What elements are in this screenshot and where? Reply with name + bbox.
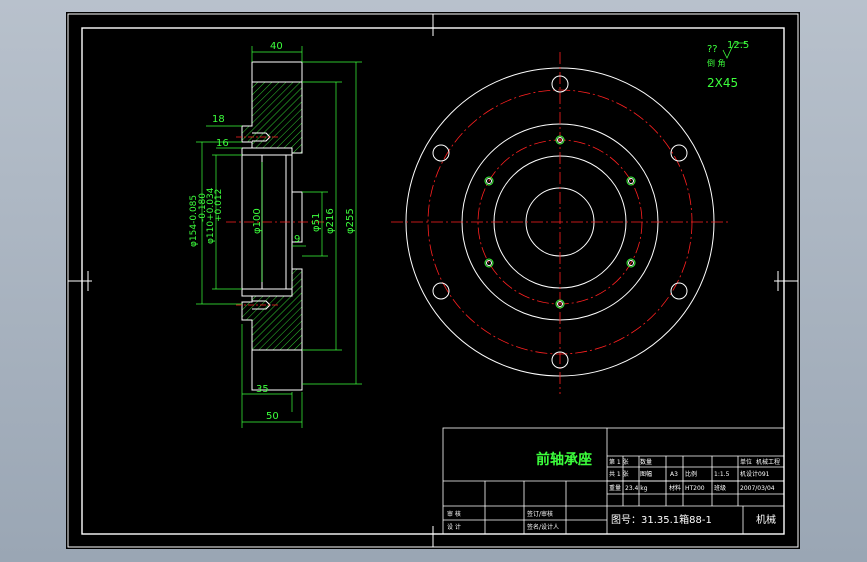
dim-255: φ255: [345, 208, 356, 234]
flange-ring-top: [251, 61, 303, 83]
tb-date: 2007/03/04: [740, 485, 775, 492]
tb-paper-label: 图幅: [640, 470, 652, 478]
tb-class-value: 机设计091: [740, 470, 770, 478]
part-name: 前轴承座: [536, 451, 592, 468]
tb-reviewer: 签订/审核: [527, 510, 553, 518]
chamfer-value: 2X45: [707, 76, 738, 90]
dim-18: 18: [212, 114, 225, 125]
tb-class-label: 班级: [714, 484, 726, 492]
tb-material-label: 材料: [669, 484, 681, 492]
tb-designer: 签名/设计人: [527, 523, 559, 531]
dim-9: 9: [294, 234, 300, 245]
tb-sheet-b: 共 1 张: [609, 470, 629, 478]
drawing-canvas[interactable]: 40 18 16 φ154-0.085 -0.180 φ110+0.034 +0…: [66, 12, 800, 549]
tb-review: 审 核: [447, 510, 461, 518]
chamfer-label: 倒 角: [707, 58, 726, 68]
tb-count: 数量: [640, 458, 652, 466]
tb-scale-label: 比例: [685, 470, 697, 478]
tb-sheet-a: 第 1 张: [609, 458, 629, 466]
tb-design: 设 计: [447, 523, 461, 531]
cad-drawing: 40 18 16 φ154-0.085 -0.180 φ110+0.034 +0…: [67, 13, 799, 548]
dim-216: φ216: [325, 208, 336, 234]
front-view: [391, 52, 729, 394]
tb-unit-value: 机械工程: [756, 458, 780, 466]
roughness-prefix: ??: [707, 44, 718, 55]
tb-scale-value: 1:1.5: [714, 471, 730, 478]
tb-material-value: HT200: [685, 485, 705, 492]
roughness-value: 12.5: [727, 40, 749, 51]
dim-35: 35: [256, 384, 269, 395]
tb-weight-value: 23.4 kg: [625, 485, 648, 492]
tb-stamp: 机械: [756, 513, 776, 526]
dim-16: 16: [216, 138, 229, 149]
tb-paper-value: A3: [670, 471, 678, 478]
section-view: [226, 61, 324, 391]
dim-51: φ51: [311, 213, 322, 232]
tb-unit-label: 单位: [740, 458, 752, 466]
dim-40: 40: [270, 41, 283, 52]
tb-drawing-no: 图号：31.35.1箱88-1: [611, 513, 712, 526]
dim-50: 50: [266, 411, 279, 422]
inner-frame: [81, 27, 785, 535]
dim-100: φ100: [252, 208, 263, 234]
tb-weight-label: 重量: [609, 484, 621, 492]
dim-110-lower: +0.012: [214, 189, 224, 222]
